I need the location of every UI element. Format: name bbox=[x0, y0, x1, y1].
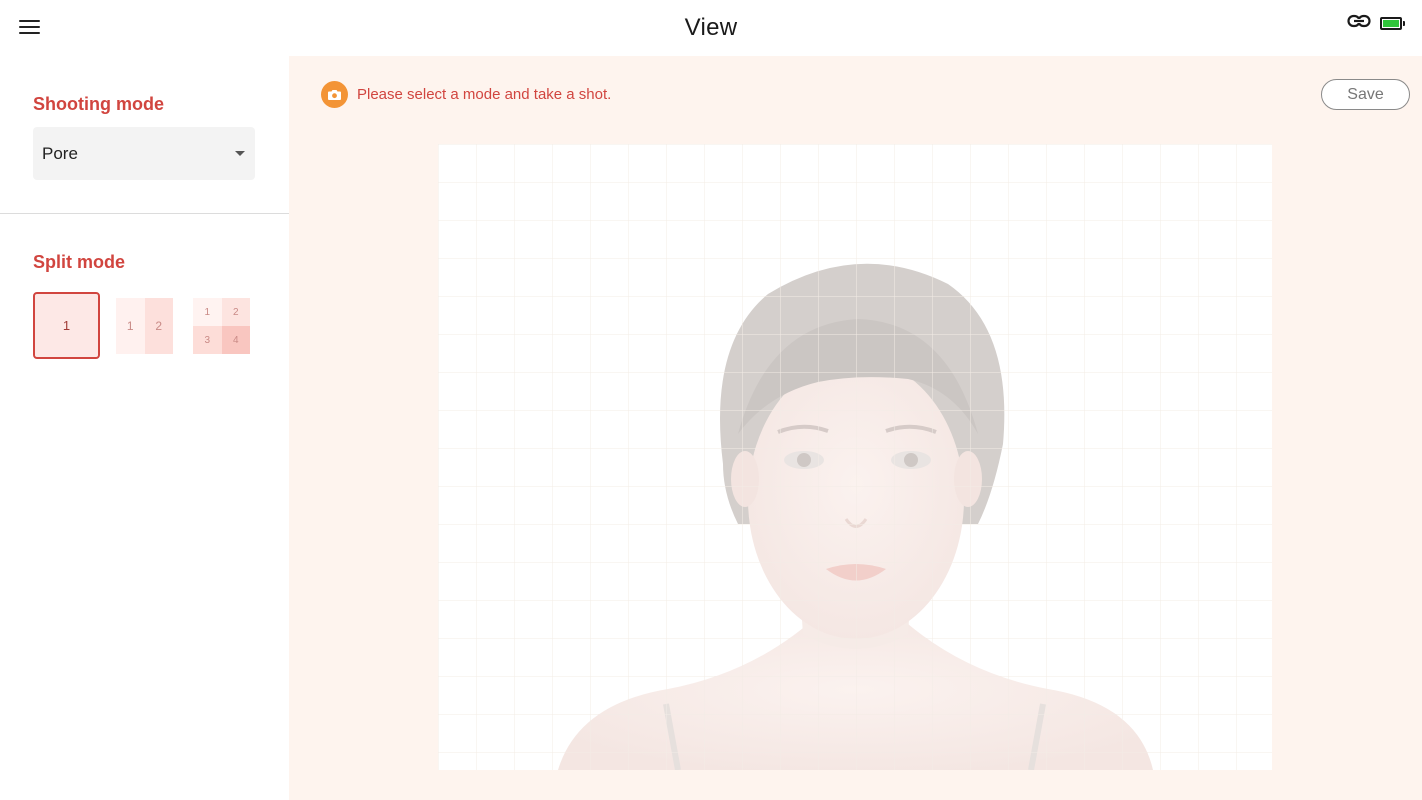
split-option-2[interactable]: 1 2 bbox=[116, 298, 173, 354]
main-content: Please select a mode and take a shot. Sa… bbox=[289, 56, 1422, 800]
split-cell-label: 1 bbox=[116, 298, 145, 354]
notice-text: Please select a mode and take a shot. bbox=[357, 86, 612, 103]
divider bbox=[0, 213, 289, 214]
shooting-mode-select[interactable]: Pore bbox=[33, 127, 255, 180]
camera-preview[interactable] bbox=[438, 144, 1272, 770]
top-bar: View bbox=[0, 0, 1422, 56]
split-mode-label: Split mode bbox=[33, 252, 126, 272]
sidebar: Shooting mode Pore Split mode 1 1 2 1 2 … bbox=[0, 56, 289, 800]
split-cell-label: 4 bbox=[221, 326, 250, 354]
shooting-mode-value: Pore bbox=[42, 143, 78, 163]
save-button[interactable]: Save bbox=[1321, 79, 1410, 110]
link-icon[interactable] bbox=[1347, 14, 1371, 33]
chevron-down-icon bbox=[235, 151, 245, 156]
split-cell-label: 3 bbox=[193, 326, 222, 354]
shooting-mode-label: Shooting mode bbox=[33, 94, 164, 114]
split-cell-label: 2 bbox=[221, 298, 250, 326]
split-cell-label: 2 bbox=[144, 298, 173, 354]
split-cell-label: 1 bbox=[193, 298, 222, 326]
hamburger-menu-icon[interactable] bbox=[19, 15, 43, 39]
page-title: View bbox=[684, 14, 738, 41]
status-icons bbox=[1347, 14, 1405, 33]
battery-icon bbox=[1380, 17, 1405, 30]
split-option-1[interactable]: 1 bbox=[33, 292, 100, 359]
camera-preview-image bbox=[438, 144, 1272, 770]
split-cell-label: 1 bbox=[62, 318, 71, 333]
battery-fill bbox=[1383, 20, 1399, 27]
split-option-4[interactable]: 1 2 3 4 bbox=[193, 298, 250, 354]
camera-icon bbox=[321, 81, 348, 108]
notice: Please select a mode and take a shot. bbox=[321, 81, 611, 108]
